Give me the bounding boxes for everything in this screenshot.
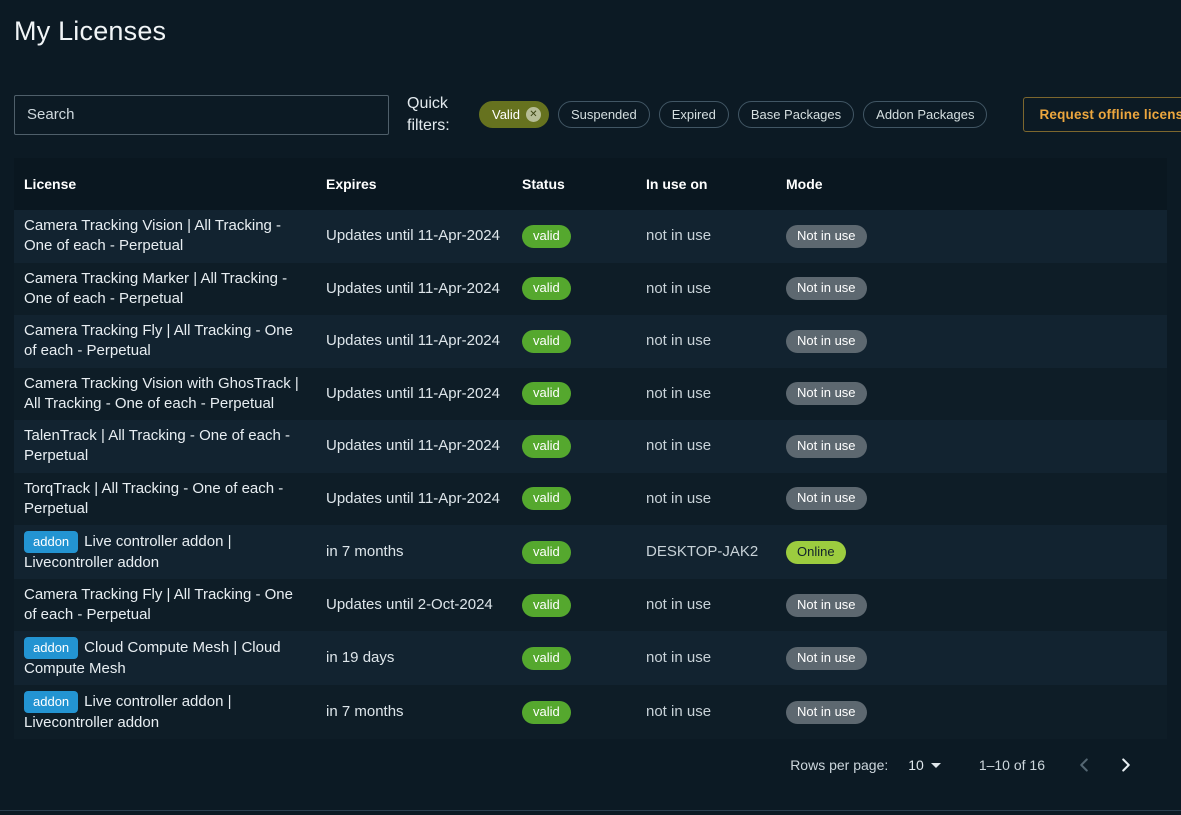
expires-cell: Updates until 11-Apr-2024	[316, 473, 512, 526]
chevron-left-icon	[1073, 754, 1095, 776]
filter-chip-label: Addon Packages	[876, 107, 974, 122]
expires-cell: Updates until 11-Apr-2024	[316, 315, 512, 368]
table-row: addonLive controller addon | Livecontrol…	[14, 525, 1167, 579]
in-use-on-cell: not in use	[636, 685, 776, 739]
table-header-row: License Expires Status In use on Mode	[14, 158, 1167, 210]
license-name: Camera Tracking Vision with GhosTrack | …	[24, 375, 299, 412]
addon-badge: addon	[24, 691, 78, 713]
status-badge: valid	[522, 594, 571, 617]
filter-chip-base-packages[interactable]: Base Packages	[738, 101, 854, 128]
column-header-license: License	[14, 158, 316, 210]
table-row: TalenTrack | All Tracking - One of each …	[14, 420, 1167, 473]
mode-badge: Online	[786, 541, 846, 564]
filter-chip-addon-packages[interactable]: Addon Packages	[863, 101, 987, 128]
expires-cell: in 19 days	[316, 631, 512, 685]
request-offline-license-button[interactable]: Request offline license	[1023, 97, 1181, 132]
pagination: Rows per page: 10 1–10 of 16	[14, 739, 1167, 791]
license-name: TalenTrack | All Tracking - One of each …	[24, 427, 290, 464]
previous-page-button[interactable]	[1067, 748, 1101, 782]
mode-badge: Not in use	[786, 647, 867, 670]
status-badge: valid	[522, 225, 571, 248]
toolbar: Quick filters: Valid ✕ Suspended Expired…	[14, 93, 1167, 136]
status-badge: valid	[522, 330, 571, 353]
addon-badge: addon	[24, 531, 78, 553]
expires-cell: Updates until 11-Apr-2024	[316, 420, 512, 473]
filter-chip-label: Valid	[492, 107, 520, 122]
page-range-label: 1–10 of 16	[979, 757, 1045, 773]
table-row: Camera Tracking Marker | All Tracking - …	[14, 263, 1167, 316]
my-licenses-page: My Licenses Quick filters: Valid ✕ Suspe…	[0, 0, 1181, 815]
mode-badge: Not in use	[786, 277, 867, 300]
rows-per-page-label: Rows per page:	[790, 757, 888, 773]
expires-cell: Updates until 11-Apr-2024	[316, 368, 512, 421]
search-input[interactable]	[14, 95, 389, 135]
expires-cell: Updates until 11-Apr-2024	[316, 210, 512, 263]
mode-badge: Not in use	[786, 225, 867, 248]
status-badge: valid	[522, 487, 571, 510]
chevron-right-icon	[1115, 754, 1137, 776]
in-use-on-cell: not in use	[636, 315, 776, 368]
in-use-on-cell: not in use	[636, 473, 776, 526]
filter-chip-expired[interactable]: Expired	[659, 101, 729, 128]
in-use-on-cell: not in use	[636, 631, 776, 685]
chip-close-icon[interactable]: ✕	[526, 107, 541, 122]
filter-chip-label: Suspended	[571, 107, 637, 122]
table-row: addonCloud Compute Mesh | Cloud Compute …	[14, 631, 1167, 685]
mode-badge: Not in use	[786, 382, 867, 405]
expires-cell: in 7 months	[316, 685, 512, 739]
license-name: Camera Tracking Fly | All Tracking - One…	[24, 586, 293, 623]
filter-chip-valid[interactable]: Valid ✕	[479, 101, 549, 128]
filter-chip-label: Base Packages	[751, 107, 841, 122]
mode-badge: Not in use	[786, 487, 867, 510]
table-row: Camera Tracking Vision | All Tracking - …	[14, 210, 1167, 263]
column-header-status: Status	[512, 158, 636, 210]
license-name: Camera Tracking Vision | All Tracking - …	[24, 217, 281, 254]
license-name: TorqTrack | All Tracking - One of each -…	[24, 480, 283, 517]
status-badge: valid	[522, 701, 571, 724]
page-title: My Licenses	[14, 16, 1167, 47]
in-use-on-cell: not in use	[636, 210, 776, 263]
status-badge: valid	[522, 541, 571, 564]
expires-cell: in 7 months	[316, 525, 512, 579]
in-use-on-cell: not in use	[636, 368, 776, 421]
quick-filters-label: Quick filters:	[407, 93, 461, 136]
dropdown-caret-icon	[931, 763, 941, 768]
status-badge: valid	[522, 277, 571, 300]
in-use-on-cell: not in use	[636, 579, 776, 632]
rows-per-page-value: 10	[908, 757, 924, 773]
mode-badge: Not in use	[786, 594, 867, 617]
filter-chip-suspended[interactable]: Suspended	[558, 101, 650, 128]
table-row: TorqTrack | All Tracking - One of each -…	[14, 473, 1167, 526]
in-use-on-cell: not in use	[636, 263, 776, 316]
column-header-in-use-on: In use on	[636, 158, 776, 210]
mode-badge: Not in use	[786, 330, 867, 353]
license-name: Camera Tracking Fly | All Tracking - One…	[24, 322, 293, 359]
addon-badge: addon	[24, 637, 78, 659]
in-use-on-cell: DESKTOP-JAK2	[636, 525, 776, 579]
license-name: Camera Tracking Marker | All Tracking - …	[24, 270, 287, 307]
status-badge: valid	[522, 647, 571, 670]
quick-filter-chips: Valid ✕ Suspended Expired Base Packages …	[479, 101, 987, 128]
mode-badge: Not in use	[786, 435, 867, 458]
table-row: Camera Tracking Fly | All Tracking - One…	[14, 579, 1167, 632]
mode-badge: Not in use	[786, 701, 867, 724]
status-badge: valid	[522, 382, 571, 405]
expires-cell: Updates until 2-Oct-2024	[316, 579, 512, 632]
next-page-button[interactable]	[1109, 748, 1143, 782]
expires-cell: Updates until 11-Apr-2024	[316, 263, 512, 316]
licenses-table: License Expires Status In use on Mode Ca…	[14, 158, 1167, 791]
bottom-divider	[0, 810, 1181, 811]
table-row: Camera Tracking Fly | All Tracking - One…	[14, 315, 1167, 368]
in-use-on-cell: not in use	[636, 420, 776, 473]
column-header-mode: Mode	[776, 158, 1167, 210]
table-body: Camera Tracking Vision | All Tracking - …	[14, 210, 1167, 739]
status-badge: valid	[522, 435, 571, 458]
table-row: Camera Tracking Vision with GhosTrack | …	[14, 368, 1167, 421]
rows-per-page-select[interactable]: 10	[908, 757, 941, 773]
filter-chip-label: Expired	[672, 107, 716, 122]
table-row: addonLive controller addon | Livecontrol…	[14, 685, 1167, 739]
column-header-expires: Expires	[316, 158, 512, 210]
